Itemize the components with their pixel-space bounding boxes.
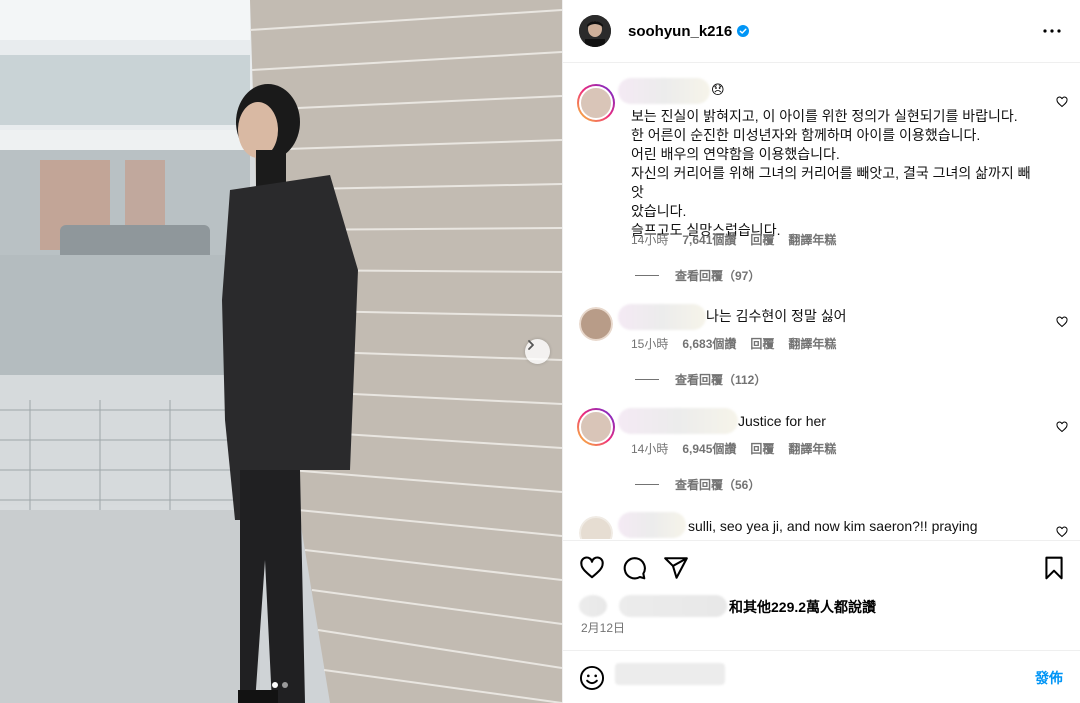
comment-time: 14小時 (631, 233, 669, 247)
translate-button[interactable]: 翻譯年糕 (788, 231, 836, 248)
comment-likes[interactable]: 6,945個讚 (682, 440, 736, 457)
liker-avatar (579, 595, 607, 617)
post-panel: soohyun_k216 😞 보는 진실이 밝혀지고, 이 아이를 위한 정의가… (562, 0, 1080, 703)
verified-badge-icon (737, 25, 750, 37)
view-replies-button[interactable]: 查看回覆（97） (635, 267, 760, 284)
comment-text: 나는 김수현이 정말 싫어 (706, 308, 847, 324)
likes-summary[interactable]: 和其他229.2萬人都說讚 (579, 595, 1069, 617)
commenter-avatar[interactable] (577, 84, 615, 122)
comment-bubble-icon[interactable] (621, 555, 647, 581)
bookmark-icon[interactable] (1041, 555, 1067, 581)
post-header: soohyun_k216 (563, 0, 1080, 63)
comment-like-icon[interactable] (1056, 316, 1068, 328)
comment-text: Justice for her (738, 413, 826, 429)
more-horizontal-icon (1043, 29, 1061, 33)
photo-image (0, 0, 562, 703)
commenter-avatar[interactable] (579, 516, 613, 539)
comment-time: 15小時 (631, 337, 669, 351)
smiley-icon[interactable] (579, 665, 605, 691)
comment-text: 보는 진실이 밝혀지고, 이 아이를 위한 정의가 실현되기를 바랍니다. 한 … (631, 108, 1031, 238)
redacted-username (618, 78, 710, 104)
view-replies-label: 查看回覆（112） (675, 373, 767, 387)
reply-button[interactable]: 回覆 (750, 231, 774, 248)
comment-time: 14小時 (631, 442, 669, 456)
author-username[interactable]: soohyun_k216 (628, 23, 732, 40)
reply-button[interactable]: 回覆 (750, 335, 774, 352)
translate-button[interactable]: 翻譯年糕 (788, 440, 836, 457)
post-comment-button[interactable]: 發佈 (1035, 668, 1063, 688)
redacted-username (618, 408, 738, 434)
likes-summary-text: 和其他229.2萬人都說讚 (729, 599, 877, 615)
post-actions (563, 540, 1080, 592)
comment-composer: 發佈 (563, 650, 1080, 703)
avatar-image (579, 15, 611, 47)
comment-meta: 14小時 7,641個讚 回覆 翻譯年糕 (631, 231, 836, 248)
view-replies-label: 查看回覆（56） (675, 478, 761, 492)
comments-list[interactable]: 😞 보는 진실이 밝혀지고, 이 아이를 위한 정의가 실현되기를 바랍니다. … (563, 64, 1080, 539)
more-options-button[interactable] (1040, 19, 1064, 43)
chevron-right-icon (528, 340, 534, 350)
comment-text: sulli, seo yea ji, and now kim saeron?!!… (688, 518, 978, 534)
comment-input[interactable] (615, 661, 1015, 693)
comment-like-icon[interactable] (1056, 526, 1068, 538)
send-icon[interactable] (663, 555, 689, 581)
post-date[interactable]: 2月12日 (581, 619, 625, 636)
next-photo-button[interactable] (525, 339, 550, 364)
comment-meta: 15小時 6,683個讚 回覆 翻譯年糕 (631, 335, 836, 352)
view-replies-button[interactable]: 查看回覆（56） (635, 476, 760, 493)
redacted-username (618, 512, 686, 538)
carousel-dots (272, 682, 288, 688)
reply-button[interactable]: 回覆 (750, 440, 774, 457)
commenter-avatar[interactable] (577, 408, 615, 446)
comment-meta: 14小時 6,945個讚 回覆 翻譯年糕 (631, 440, 836, 457)
carousel-dot (282, 682, 288, 688)
redacted-username (618, 304, 706, 330)
heart-icon[interactable] (579, 555, 605, 581)
comment-like-icon[interactable] (1056, 421, 1068, 433)
view-replies-label: 查看回覆（97） (675, 269, 761, 283)
commenter-avatar[interactable] (579, 307, 613, 341)
post-photo[interactable] (0, 0, 562, 703)
carousel-dot-active (272, 682, 278, 688)
author-avatar[interactable] (579, 15, 611, 47)
view-replies-button[interactable]: 查看回覆（112） (635, 371, 766, 388)
comment-likes[interactable]: 6,683個讚 (682, 335, 736, 352)
redacted-liker-name (619, 595, 727, 617)
comment-like-icon[interactable] (1056, 96, 1068, 108)
comment-emoji: 😞 (711, 82, 725, 97)
comment-likes[interactable]: 7,641個讚 (682, 231, 736, 248)
translate-button[interactable]: 翻譯年糕 (788, 335, 836, 352)
